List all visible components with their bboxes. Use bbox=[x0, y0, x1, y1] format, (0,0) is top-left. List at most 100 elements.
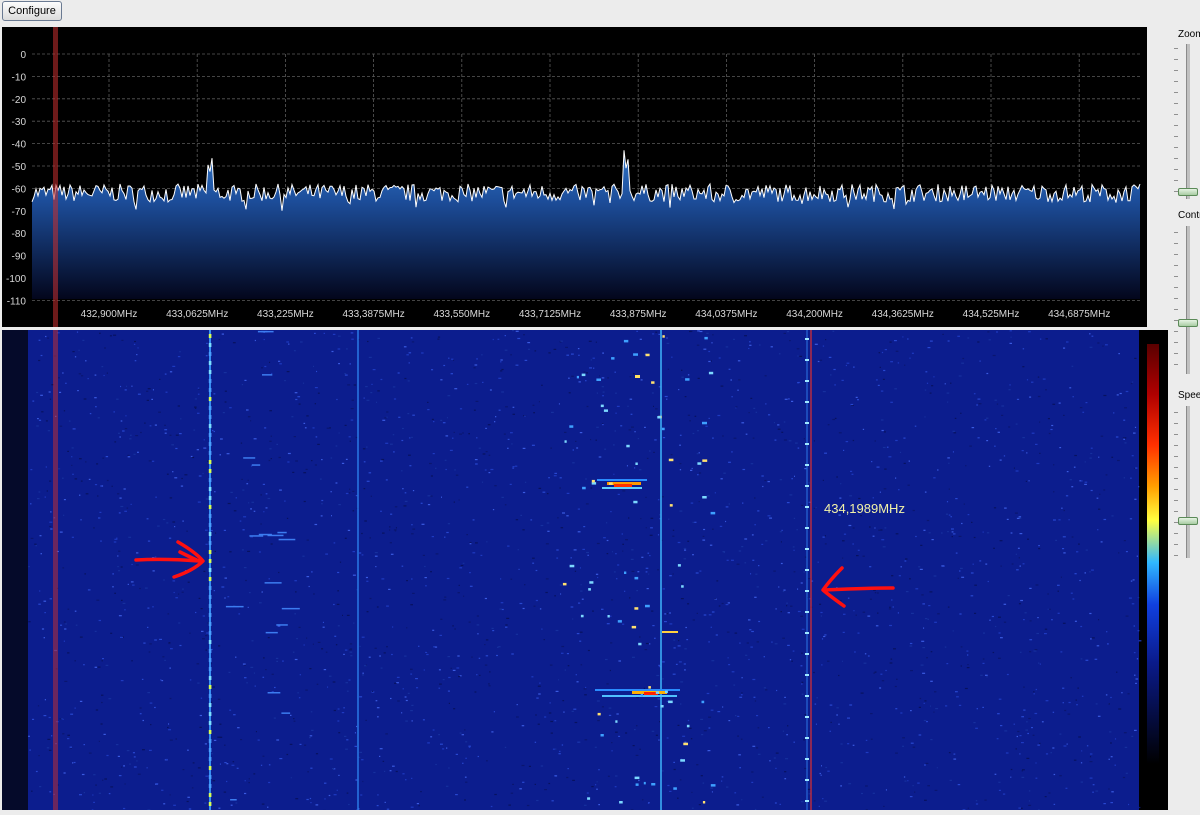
noise-speck bbox=[218, 808, 220, 809]
noise-speck bbox=[818, 361, 820, 362]
noise-speck bbox=[708, 717, 711, 718]
noise-speck bbox=[841, 743, 843, 744]
noise-speck bbox=[291, 416, 293, 417]
noise-speck bbox=[349, 679, 351, 680]
noise-speck bbox=[726, 506, 729, 507]
noise-speck bbox=[949, 752, 951, 753]
noise-speck bbox=[1007, 674, 1009, 675]
noise-speck bbox=[1034, 650, 1037, 651]
noise-speck bbox=[37, 498, 40, 499]
noise-speck bbox=[571, 376, 574, 377]
noise-speck bbox=[745, 562, 747, 563]
noise-speck bbox=[1017, 399, 1019, 400]
noise-speck bbox=[922, 647, 925, 648]
noise-speck bbox=[310, 798, 311, 799]
noise-speck bbox=[921, 594, 923, 595]
noise-speck bbox=[320, 479, 322, 480]
noise-speck bbox=[337, 790, 338, 791]
noise-speck bbox=[241, 479, 242, 480]
noise-speck bbox=[1000, 540, 1003, 541]
noise-speck bbox=[1066, 788, 1068, 789]
noise-speck bbox=[338, 363, 340, 364]
noise-speck bbox=[679, 661, 682, 662]
noise-speck bbox=[548, 352, 550, 353]
contrast-slider-thumb[interactable] bbox=[1178, 319, 1198, 327]
noise-speck bbox=[38, 604, 41, 605]
noise-speck bbox=[411, 807, 414, 808]
noise-speck bbox=[566, 515, 568, 516]
noise-speck bbox=[1074, 467, 1076, 468]
noise-speck bbox=[279, 758, 282, 759]
zoom-slider-track[interactable] bbox=[1186, 44, 1190, 199]
noise-speck bbox=[294, 350, 296, 351]
noise-speck bbox=[697, 474, 699, 475]
noise-speck bbox=[200, 727, 202, 728]
noise-speck bbox=[953, 759, 956, 760]
noise-speck bbox=[422, 524, 425, 525]
noise-speck bbox=[684, 669, 686, 670]
signal-burst bbox=[592, 480, 595, 483]
noise-speck bbox=[305, 690, 308, 691]
noise-speck bbox=[1132, 455, 1134, 456]
noise-speck bbox=[116, 744, 119, 745]
noise-speck bbox=[784, 703, 787, 704]
noise-speck bbox=[44, 612, 46, 613]
contrast-slider-track[interactable] bbox=[1186, 226, 1190, 374]
noise-speck bbox=[819, 604, 821, 605]
noise-speck bbox=[816, 724, 817, 725]
noise-speck bbox=[534, 606, 536, 607]
noise-speck bbox=[268, 637, 270, 638]
noise-speck bbox=[1001, 566, 1002, 567]
noise-speck bbox=[420, 791, 421, 792]
noise-speck bbox=[930, 393, 932, 394]
noise-speck bbox=[448, 395, 451, 396]
waterfall-panel[interactable]: 434,1989MHz bbox=[2, 330, 1169, 810]
noise-speck bbox=[124, 511, 127, 512]
spectrum-plot[interactable]: 0-10-20-30-40-50-60-70-80-90-100-110 432… bbox=[2, 27, 1147, 327]
configure-button[interactable]: Configure bbox=[2, 1, 62, 21]
noise-speck bbox=[520, 515, 522, 516]
noise-speck bbox=[117, 555, 118, 556]
signal-burst bbox=[635, 463, 637, 466]
noise-speck bbox=[142, 749, 145, 750]
signal-burst bbox=[681, 585, 684, 588]
noise-speck bbox=[693, 433, 695, 434]
noise-speck bbox=[223, 567, 226, 568]
noise-speck bbox=[381, 668, 383, 669]
noise-speck bbox=[609, 708, 612, 709]
waterfall-display[interactable]: 434,1989MHz bbox=[2, 330, 1169, 810]
noise-speck bbox=[1139, 807, 1140, 808]
noise-speck bbox=[1059, 403, 1061, 404]
noise-speck bbox=[902, 746, 904, 747]
noise-speck bbox=[712, 791, 713, 792]
noise-speck bbox=[435, 764, 437, 765]
noise-speck bbox=[920, 569, 923, 570]
noise-speck bbox=[954, 754, 956, 755]
noise-speck bbox=[333, 681, 336, 682]
noise-speck bbox=[947, 457, 950, 458]
noise-speck bbox=[547, 522, 550, 523]
noise-speck bbox=[602, 395, 604, 396]
noise-speck bbox=[47, 747, 49, 748]
noise-speck bbox=[417, 803, 419, 804]
noise-speck bbox=[959, 536, 962, 537]
noise-speck bbox=[865, 785, 868, 786]
noise-speck bbox=[349, 489, 350, 490]
noise-speck bbox=[865, 653, 866, 654]
noise-speck bbox=[201, 698, 202, 699]
speed-slider-thumb[interactable] bbox=[1178, 517, 1198, 525]
noise-speck bbox=[579, 641, 581, 642]
noise-speck bbox=[870, 599, 872, 600]
noise-speck bbox=[303, 472, 306, 473]
spectrum-panel[interactable]: 0-10-20-30-40-50-60-70-80-90-100-110 432… bbox=[2, 27, 1147, 327]
speed-slider-track[interactable] bbox=[1186, 406, 1190, 558]
noise-speck bbox=[412, 593, 415, 594]
noise-speck bbox=[1133, 433, 1136, 434]
zoom-slider-thumb[interactable] bbox=[1178, 188, 1198, 196]
noise-speck bbox=[121, 420, 123, 421]
noise-speck bbox=[1125, 747, 1128, 748]
noise-speck bbox=[657, 569, 659, 570]
noise-speck bbox=[32, 719, 34, 720]
noise-speck bbox=[131, 504, 132, 505]
noise-speck bbox=[673, 573, 674, 574]
